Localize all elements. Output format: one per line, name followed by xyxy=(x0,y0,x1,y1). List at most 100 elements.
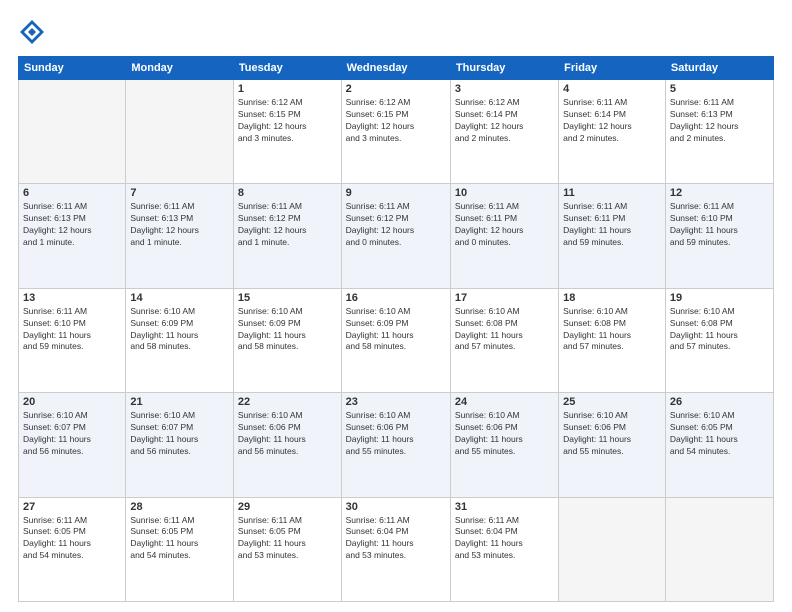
day-number: 9 xyxy=(346,187,446,199)
calendar-week-row: 20Sunrise: 6:10 AM Sunset: 6:07 PM Dayli… xyxy=(19,393,774,497)
day-info: Sunrise: 6:11 AM Sunset: 6:05 PM Dayligh… xyxy=(23,515,121,563)
day-number: 16 xyxy=(346,292,446,304)
day-info: Sunrise: 6:10 AM Sunset: 6:06 PM Dayligh… xyxy=(455,410,554,458)
day-number: 29 xyxy=(238,501,337,513)
calendar-cell: 18 Sunrise: 6:10 AM Sunset: 6:08 PM Dayli… xyxy=(559,288,666,392)
calendar-cell: 16 Sunrise: 6:10 AM Sunset: 6:09 PM Dayli… xyxy=(341,288,450,392)
calendar-cell: 19 Sunrise: 6:10 AM Sunset: 6:08 PM Dayli… xyxy=(665,288,773,392)
calendar-cell: 31 Sunrise: 6:11 AM Sunset: 6:04 PM Dayli… xyxy=(450,497,558,601)
day-number: 3 xyxy=(455,83,554,95)
day-number: 27 xyxy=(23,501,121,513)
weekday-header-monday: Monday xyxy=(126,57,234,80)
day-info: Sunrise: 6:11 AM Sunset: 6:10 PM Dayligh… xyxy=(23,306,121,354)
day-number: 24 xyxy=(455,396,554,408)
day-number: 1 xyxy=(238,83,337,95)
calendar-cell: 5 Sunrise: 6:11 AM Sunset: 6:13 PM Daylig… xyxy=(665,80,773,184)
day-info: Sunrise: 6:11 AM Sunset: 6:13 PM Dayligh… xyxy=(670,97,769,145)
weekday-header-tuesday: Tuesday xyxy=(233,57,341,80)
day-number: 17 xyxy=(455,292,554,304)
calendar-cell: 25Sunrise: 6:10 AM Sunset: 6:06 PM Dayli… xyxy=(559,393,666,497)
day-number: 12 xyxy=(670,187,769,199)
day-info: Sunrise: 6:11 AM Sunset: 6:14 PM Dayligh… xyxy=(563,97,661,145)
day-info: Sunrise: 6:11 AM Sunset: 6:04 PM Dayligh… xyxy=(346,515,446,563)
day-info: Sunrise: 6:11 AM Sunset: 6:12 PM Dayligh… xyxy=(238,201,337,249)
day-number: 31 xyxy=(455,501,554,513)
day-info: Sunrise: 6:11 AM Sunset: 6:11 PM Dayligh… xyxy=(455,201,554,249)
calendar-cell: 24 Sunrise: 6:10 AM Sunset: 6:06 PM Dayli… xyxy=(450,393,558,497)
day-info: Sunrise: 6:11 AM Sunset: 6:11 PM Dayligh… xyxy=(563,201,661,249)
calendar-cell: 15 Sunrise: 6:10 AM Sunset: 6:09 PM Dayli… xyxy=(233,288,341,392)
day-info: Sunrise: 6:10 AM Sunset: 6:07 PM Dayligh… xyxy=(23,410,121,458)
day-number: 8 xyxy=(238,187,337,199)
day-info: Sunrise: 6:10 AM Sunset: 6:09 PM Dayligh… xyxy=(238,306,337,354)
day-number: 6 xyxy=(23,187,121,199)
weekday-header-thursday: Thursday xyxy=(450,57,558,80)
day-number: 13 xyxy=(23,292,121,304)
logo-icon xyxy=(18,18,46,46)
calendar-cell: 12Sunrise: 6:11 AM Sunset: 6:10 PM Dayli… xyxy=(665,184,773,288)
day-info: Sunrise: 6:10 AM Sunset: 6:06 PM Dayligh… xyxy=(238,410,337,458)
day-info: Sunrise: 6:10 AM Sunset: 6:09 PM Dayligh… xyxy=(346,306,446,354)
day-info: Sunrise: 6:11 AM Sunset: 6:04 PM Dayligh… xyxy=(455,515,554,563)
day-number: 14 xyxy=(130,292,229,304)
calendar-cell: 7 Sunrise: 6:11 AM Sunset: 6:13 PM Daylig… xyxy=(126,184,234,288)
calendar-cell: 13 Sunrise: 6:11 AM Sunset: 6:10 PM Dayli… xyxy=(19,288,126,392)
calendar-cell: 3 Sunrise: 6:12 AM Sunset: 6:14 PM Daylig… xyxy=(450,80,558,184)
day-number: 25 xyxy=(563,396,661,408)
day-number: 21 xyxy=(130,396,229,408)
calendar-cell: 10 Sunrise: 6:11 AM Sunset: 6:11 PM Dayli… xyxy=(450,184,558,288)
day-info: Sunrise: 6:11 AM Sunset: 6:13 PM Dayligh… xyxy=(130,201,229,249)
calendar-cell: 26Sunrise: 6:10 AM Sunset: 6:05 PM Dayli… xyxy=(665,393,773,497)
calendar-week-row: 6 Sunrise: 6:11 AM Sunset: 6:13 PM Daylig… xyxy=(19,184,774,288)
calendar-cell: 14 Sunrise: 6:10 AM Sunset: 6:09 PM Dayli… xyxy=(126,288,234,392)
day-info: Sunrise: 6:11 AM Sunset: 6:12 PM Dayligh… xyxy=(346,201,446,249)
day-number: 18 xyxy=(563,292,661,304)
calendar-cell xyxy=(665,497,773,601)
weekday-header-wednesday: Wednesday xyxy=(341,57,450,80)
day-info: Sunrise: 6:12 AM Sunset: 6:14 PM Dayligh… xyxy=(455,97,554,145)
header xyxy=(18,18,774,46)
day-number: 11 xyxy=(563,187,661,199)
day-number: 28 xyxy=(130,501,229,513)
day-info: Sunrise: 6:12 AM Sunset: 6:15 PM Dayligh… xyxy=(346,97,446,145)
day-number: 30 xyxy=(346,501,446,513)
calendar-cell: 1 Sunrise: 6:12 AM Sunset: 6:15 PM Daylig… xyxy=(233,80,341,184)
day-number: 15 xyxy=(238,292,337,304)
calendar-cell: 27 Sunrise: 6:11 AM Sunset: 6:05 PM Dayli… xyxy=(19,497,126,601)
day-number: 4 xyxy=(563,83,661,95)
calendar-week-row: 13 Sunrise: 6:11 AM Sunset: 6:10 PM Dayli… xyxy=(19,288,774,392)
day-number: 5 xyxy=(670,83,769,95)
day-info: Sunrise: 6:10 AM Sunset: 6:08 PM Dayligh… xyxy=(670,306,769,354)
day-number: 7 xyxy=(130,187,229,199)
calendar-cell: 23Sunrise: 6:10 AM Sunset: 6:06 PM Dayli… xyxy=(341,393,450,497)
calendar-table: SundayMondayTuesdayWednesdayThursdayFrid… xyxy=(18,56,774,602)
calendar-cell: 21 Sunrise: 6:10 AM Sunset: 6:07 PM Dayli… xyxy=(126,393,234,497)
calendar-cell: 4 Sunrise: 6:11 AM Sunset: 6:14 PM Daylig… xyxy=(559,80,666,184)
calendar-cell xyxy=(559,497,666,601)
day-info: Sunrise: 6:12 AM Sunset: 6:15 PM Dayligh… xyxy=(238,97,337,145)
calendar-cell: 6Sunrise: 6:11 AM Sunset: 6:13 PM Daylig… xyxy=(19,184,126,288)
weekday-header-friday: Friday xyxy=(559,57,666,80)
day-number: 22 xyxy=(238,396,337,408)
day-info: Sunrise: 6:10 AM Sunset: 6:06 PM Dayligh… xyxy=(346,410,446,458)
calendar-cell: 22 Sunrise: 6:10 AM Sunset: 6:06 PM Dayli… xyxy=(233,393,341,497)
calendar-cell: 30 Sunrise: 6:11 AM Sunset: 6:04 PM Dayli… xyxy=(341,497,450,601)
day-info: Sunrise: 6:11 AM Sunset: 6:05 PM Dayligh… xyxy=(238,515,337,563)
calendar-cell: 29 Sunrise: 6:11 AM Sunset: 6:05 PM Dayli… xyxy=(233,497,341,601)
calendar-cell: 20Sunrise: 6:10 AM Sunset: 6:07 PM Dayli… xyxy=(19,393,126,497)
day-number: 19 xyxy=(670,292,769,304)
calendar-cell: 17Sunrise: 6:10 AM Sunset: 6:08 PM Dayli… xyxy=(450,288,558,392)
page: SundayMondayTuesdayWednesdayThursdayFrid… xyxy=(0,0,792,612)
logo xyxy=(18,18,50,46)
calendar-cell: 9 Sunrise: 6:11 AM Sunset: 6:12 PM Daylig… xyxy=(341,184,450,288)
calendar-cell: 8 Sunrise: 6:11 AM Sunset: 6:12 PM Daylig… xyxy=(233,184,341,288)
day-info: Sunrise: 6:10 AM Sunset: 6:09 PM Dayligh… xyxy=(130,306,229,354)
calendar-cell: 2Sunrise: 6:12 AM Sunset: 6:15 PM Daylig… xyxy=(341,80,450,184)
calendar-cell: 28Sunrise: 6:11 AM Sunset: 6:05 PM Dayli… xyxy=(126,497,234,601)
day-info: Sunrise: 6:10 AM Sunset: 6:07 PM Dayligh… xyxy=(130,410,229,458)
day-info: Sunrise: 6:10 AM Sunset: 6:08 PM Dayligh… xyxy=(563,306,661,354)
weekday-header-sunday: Sunday xyxy=(19,57,126,80)
day-number: 10 xyxy=(455,187,554,199)
weekday-header-saturday: Saturday xyxy=(665,57,773,80)
day-info: Sunrise: 6:10 AM Sunset: 6:05 PM Dayligh… xyxy=(670,410,769,458)
